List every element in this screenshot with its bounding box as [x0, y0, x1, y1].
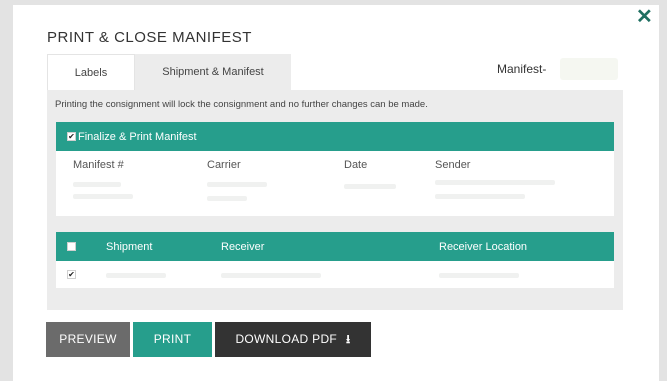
finalize-checkbox[interactable]: ✔ [67, 132, 76, 141]
shipment-table-header: Shipment Receiver Receiver Location [56, 232, 614, 261]
column-manifest-number: Manifest # [73, 159, 124, 171]
manifest-row-value [207, 196, 247, 201]
row-receiver-value [221, 273, 321, 278]
column-carrier: Carrier [207, 159, 241, 171]
column-receiver-location: Receiver Location [439, 241, 528, 253]
shipment-manifest-panel: Printing the consignment will lock the c… [47, 90, 623, 310]
manifest-number-heading: Manifest- [497, 62, 547, 76]
lock-notice: Printing the consignment will lock the c… [55, 99, 428, 110]
select-all-checkbox[interactable] [67, 242, 76, 251]
column-receiver: Receiver [221, 241, 265, 253]
preview-button[interactable]: PREVIEW [46, 322, 130, 357]
row-checkbox[interactable]: ✔ [67, 270, 76, 279]
manifest-row-value [207, 182, 267, 187]
manifest-row-value [73, 182, 121, 187]
manifest-row-value [435, 194, 525, 199]
table-row[interactable]: ✔ [56, 261, 614, 288]
download-pdf-button[interactable]: DOWNLOAD PDF ⭳ [215, 322, 371, 357]
manifest-number-value [560, 58, 618, 80]
manifest-row-value [435, 180, 555, 185]
finalize-manifest-section: ✔ Finalize & Print Manifest Manifest # C… [56, 122, 614, 216]
manifest-row-value [344, 184, 396, 189]
tab-shipment-manifest[interactable]: Shipment & Manifest [135, 54, 291, 90]
finalize-header: ✔ Finalize & Print Manifest [56, 122, 614, 151]
finalize-label: Finalize & Print Manifest [78, 131, 197, 143]
column-shipment: Shipment [106, 241, 153, 253]
shipment-table: Shipment Receiver Receiver Location ✔ [56, 232, 614, 288]
print-button[interactable]: PRINT [133, 322, 212, 357]
manifest-row-value [73, 194, 133, 199]
download-icon: ⭳ [346, 332, 351, 346]
download-pdf-label: DOWNLOAD PDF [235, 332, 338, 346]
column-sender: Sender [435, 159, 471, 171]
row-receiver-location-value [439, 273, 519, 278]
column-date: Date [344, 159, 368, 171]
modal-title: PRINT & CLOSE MANIFEST [47, 29, 252, 46]
close-icon[interactable]: ✕ [636, 7, 653, 27]
tab-labels[interactable]: Labels [47, 54, 135, 90]
row-shipment-value [106, 273, 166, 278]
